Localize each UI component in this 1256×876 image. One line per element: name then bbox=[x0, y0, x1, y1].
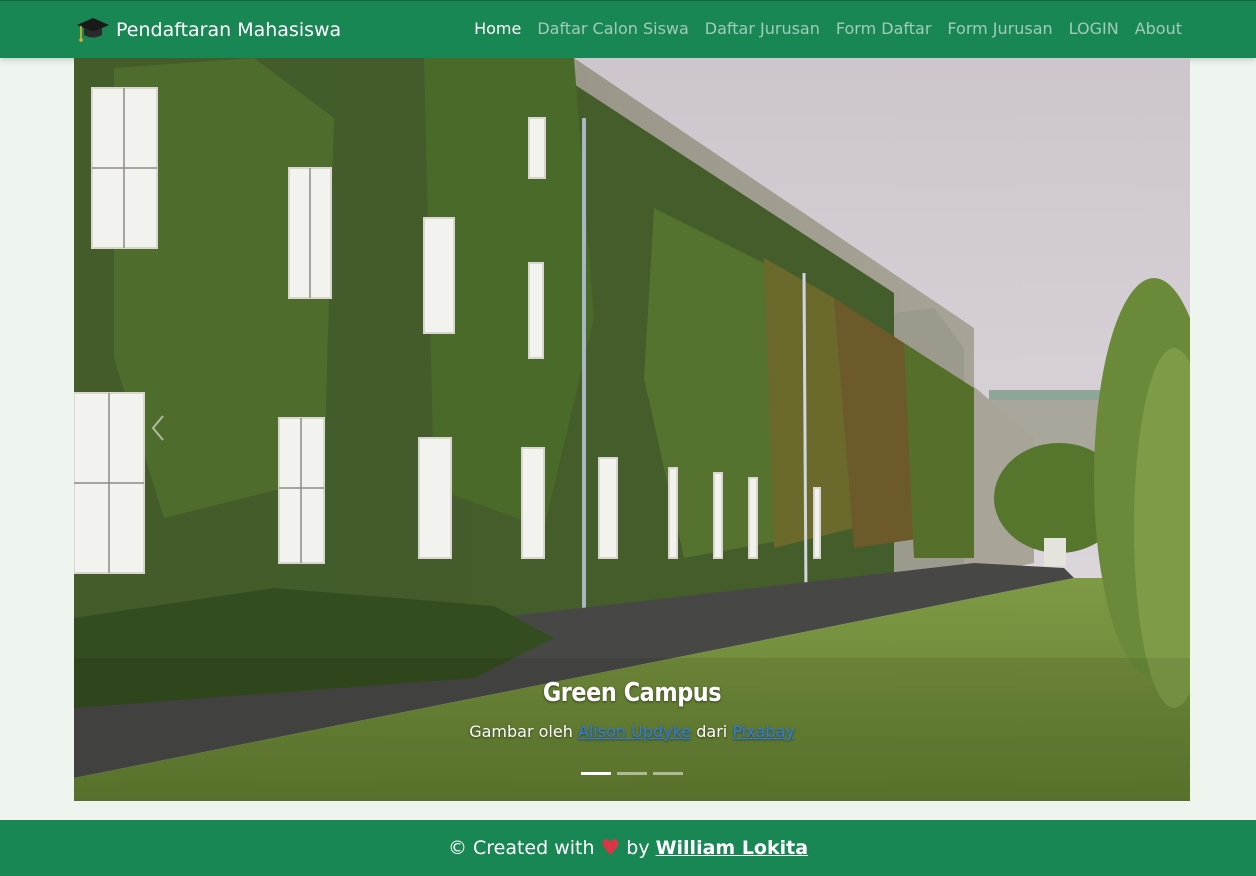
nav-link-login[interactable]: LOGIN bbox=[1069, 19, 1119, 38]
credit-prefix: Gambar oleh bbox=[469, 722, 573, 741]
graduation-cap-icon bbox=[77, 18, 109, 42]
carousel-caption: Green Campus Gambar oleh Alison Updyke d… bbox=[74, 678, 1190, 741]
carousel-indicators bbox=[74, 772, 1190, 775]
brand-title: Pendaftaran Mahasiswa bbox=[116, 19, 342, 41]
hero-carousel: Green Campus Gambar oleh Alison Updyke d… bbox=[74, 58, 1190, 801]
carousel-prev-button[interactable] bbox=[138, 398, 178, 458]
nav-link-form-jurusan[interactable]: Form Jurusan bbox=[947, 19, 1052, 38]
nav-link-daftar-calon-siswa[interactable]: Daftar Calon Siswa bbox=[537, 19, 688, 38]
footer-by: by bbox=[626, 837, 650, 859]
chevron-left-icon bbox=[151, 415, 164, 441]
heart-icon: ♥ bbox=[600, 835, 621, 861]
credit-author-link[interactable]: Alison Updyke bbox=[578, 722, 691, 741]
nav-link-daftar-jurusan[interactable]: Daftar Jurusan bbox=[705, 19, 820, 38]
nav-link-home[interactable]: Home bbox=[474, 19, 521, 38]
nav-link-about[interactable]: About bbox=[1135, 19, 1182, 38]
footer-prefix: © Created with bbox=[447, 837, 595, 859]
nav-links: Home Daftar Calon Siswa Daftar Jurusan F… bbox=[474, 19, 1182, 38]
footer: © Created with ♥ by William Lokita bbox=[0, 820, 1256, 876]
footer-author-link[interactable]: William Lokita bbox=[656, 837, 808, 859]
navbar: Pendaftaran Mahasiswa Home Daftar Calon … bbox=[0, 0, 1256, 58]
nav-link-form-daftar[interactable]: Form Daftar bbox=[836, 19, 932, 38]
photo-credit: Gambar oleh Alison Updyke dari Pixabay bbox=[74, 722, 1190, 741]
carousel-next-button[interactable] bbox=[1086, 398, 1126, 458]
carousel-indicator-1[interactable] bbox=[581, 772, 611, 775]
carousel-indicator-2[interactable] bbox=[617, 772, 647, 775]
navbar-brand[interactable]: Pendaftaran Mahasiswa bbox=[76, 15, 341, 45]
credit-mid: dari bbox=[696, 722, 728, 741]
credit-source-link[interactable]: Pixabay bbox=[732, 722, 794, 741]
chevron-right-icon bbox=[1098, 414, 1114, 442]
carousel-indicator-3[interactable] bbox=[653, 772, 683, 775]
slide-title: Green Campus bbox=[542, 678, 722, 708]
